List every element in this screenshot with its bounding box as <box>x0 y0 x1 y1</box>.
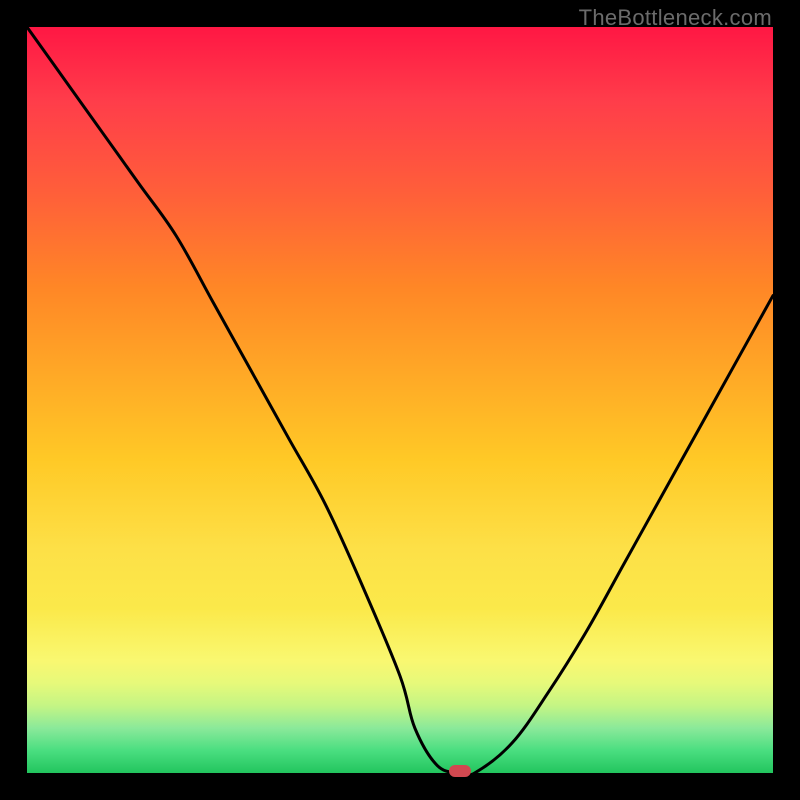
bottleneck-curve <box>27 27 773 773</box>
chart-container: TheBottleneck.com <box>0 0 800 800</box>
optimum-marker <box>449 765 471 777</box>
plot-area <box>27 27 773 773</box>
